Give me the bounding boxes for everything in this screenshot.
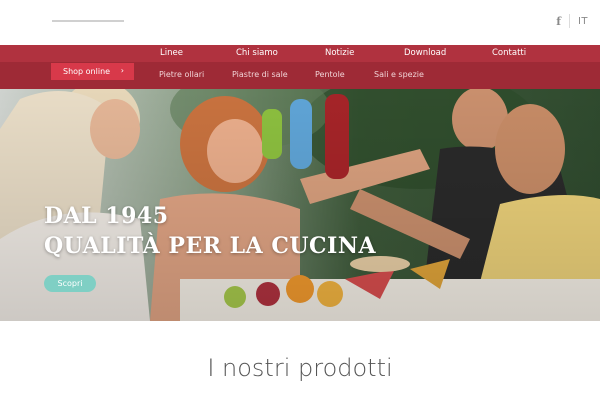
- divider: [568, 14, 570, 28]
- subnav-item-pentole[interactable]: Pentole: [315, 70, 345, 79]
- top-bar: f IT: [0, 0, 600, 45]
- products-heading: I nostri prodotti: [207, 354, 393, 382]
- subnav-item-piastre-di-sale[interactable]: Piastre di sale: [232, 70, 288, 79]
- nav-item-chi-siamo[interactable]: Chi siamo: [236, 48, 278, 58]
- main-nav: Linee Chi siamo Notizie Download Contatt…: [0, 45, 600, 62]
- subnav-item-sali-e-spezie[interactable]: Sali e spezie: [374, 70, 424, 79]
- hero-title-line-1: DAL 1945: [44, 203, 169, 229]
- chevron-right-icon: ›: [120, 66, 124, 75]
- subnav-item-pietre-ollari[interactable]: Pietre ollari: [159, 70, 204, 79]
- facebook-icon[interactable]: f: [556, 15, 561, 28]
- shop-online-label: Shop online: [63, 67, 111, 76]
- language-selector[interactable]: IT: [578, 16, 588, 27]
- sub-nav: Shop online › Pietre ollari Piastre di s…: [0, 62, 600, 89]
- nav-item-linee[interactable]: Linee: [160, 48, 183, 58]
- hero-banner: DAL 1945 QUALITÀ PER LA CUCINA Scopri: [0, 89, 600, 321]
- nav-item-contatti[interactable]: Contatti: [492, 48, 526, 58]
- scopri-button[interactable]: Scopri: [44, 275, 96, 292]
- hero-title-line-2: QUALITÀ PER LA CUCINA: [44, 233, 377, 259]
- logo[interactable]: [52, 20, 124, 22]
- nav-item-download[interactable]: Download: [404, 48, 446, 58]
- shop-online-button[interactable]: Shop online ›: [51, 63, 134, 80]
- header-tools: f IT: [556, 14, 588, 28]
- nav-item-notizie[interactable]: Notizie: [325, 48, 354, 58]
